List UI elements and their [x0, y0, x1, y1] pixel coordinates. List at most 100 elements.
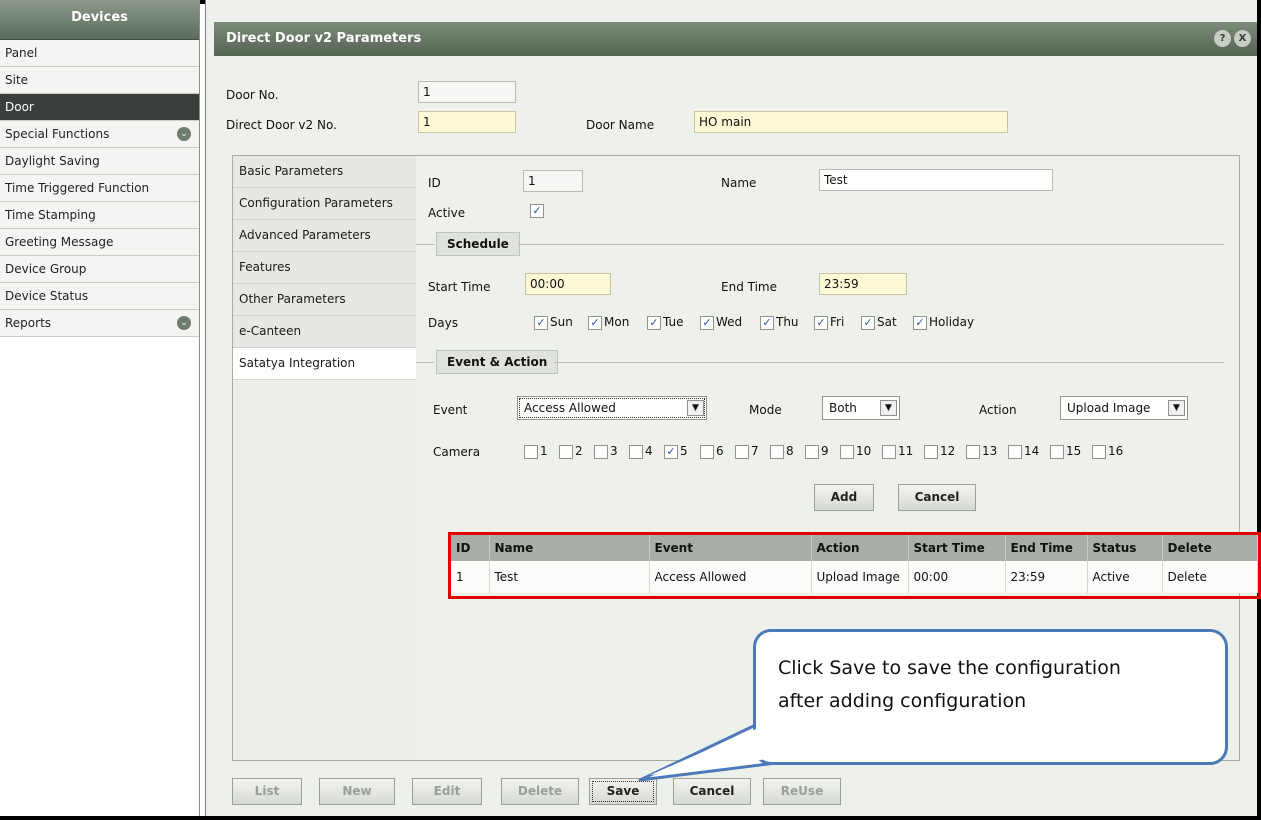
day-checkbox[interactable]: ✓ — [700, 315, 714, 330]
tab-features[interactable]: Features — [233, 252, 416, 284]
day-thu[interactable]: ✓ Thu — [760, 315, 799, 330]
camera-checkbox[interactable] — [629, 444, 643, 459]
day-sun[interactable]: ✓ Sun — [534, 315, 573, 330]
end-time-field[interactable]: 23:59 — [819, 273, 907, 295]
sidebar-item-greeting-message[interactable]: Greeting Message — [0, 229, 199, 256]
tab-e-canteen[interactable]: e-Canteen — [233, 316, 416, 348]
camera-3[interactable]: 3 — [594, 444, 618, 459]
form-cancel-button[interactable]: Cancel — [898, 484, 976, 511]
day-tue[interactable]: ✓ Tue — [647, 315, 684, 330]
tab-configuration-parameters[interactable]: Configuration Parameters — [233, 188, 416, 220]
camera-checkbox[interactable] — [524, 444, 538, 459]
save-button[interactable]: Save — [589, 778, 657, 805]
direct-door-no-field[interactable]: 1 — [418, 111, 516, 133]
camera-5[interactable]: ✓ 5 — [664, 444, 688, 459]
add-button[interactable]: Add — [814, 484, 874, 511]
camera-7[interactable]: 7 — [735, 444, 759, 459]
door-name-field[interactable]: HO main — [694, 111, 1008, 133]
close-icon[interactable]: X — [1234, 30, 1251, 47]
day-checkbox[interactable]: ✓ — [814, 315, 828, 330]
camera-8[interactable]: 8 — [770, 444, 794, 459]
list-button[interactable]: List — [232, 778, 302, 805]
event-select[interactable]: Access Allowed ▼ — [517, 396, 707, 420]
sidebar-item-time-stamping[interactable]: Time Stamping — [0, 202, 199, 229]
sidebar-item-special-functions[interactable]: Special Functions ⌄ — [0, 121, 199, 148]
camera-checkbox[interactable] — [1008, 444, 1022, 459]
chevron-down-icon[interactable]: ⌄ — [177, 127, 191, 141]
camera-checkbox[interactable]: ✓ — [664, 444, 678, 459]
tab-advanced-parameters[interactable]: Advanced Parameters — [233, 220, 416, 252]
camera-12[interactable]: 12 — [924, 444, 955, 459]
table-row[interactable]: 1 Test Access Allowed Upload Image 00:00… — [451, 561, 1258, 593]
day-checkbox[interactable]: ✓ — [588, 315, 602, 330]
camera-15[interactable]: 15 — [1050, 444, 1081, 459]
column-header-action[interactable]: Action — [811, 535, 909, 561]
name-input[interactable]: Test — [819, 169, 1053, 191]
sidebar-item-device-status[interactable]: Device Status — [0, 283, 199, 310]
camera-checkbox[interactable] — [1092, 444, 1106, 459]
camera-10[interactable]: 10 — [840, 444, 871, 459]
sidebar-item-site[interactable]: Site — [0, 67, 199, 94]
tab-basic-parameters[interactable]: Basic Parameters — [233, 156, 416, 188]
day-checkbox[interactable]: ✓ — [760, 315, 774, 330]
dropdown-arrow-icon[interactable]: ▼ — [1168, 400, 1185, 416]
sidebar-item-daylight-saving[interactable]: Daylight Saving — [0, 148, 199, 175]
camera-checkbox[interactable] — [594, 444, 608, 459]
camera-checkbox[interactable] — [882, 444, 896, 459]
camera-16[interactable]: 16 — [1092, 444, 1123, 459]
column-header-name[interactable]: Name — [489, 535, 650, 561]
column-header-start-time[interactable]: Start Time — [908, 535, 1006, 561]
dropdown-arrow-icon[interactable]: ▼ — [687, 400, 704, 416]
camera-4[interactable]: 4 — [629, 444, 653, 459]
day-wed[interactable]: ✓ Wed — [700, 315, 742, 330]
camera-1[interactable]: 1 — [524, 444, 548, 459]
day-holiday[interactable]: ✓ Holiday — [913, 315, 974, 330]
day-mon[interactable]: ✓ Mon — [588, 315, 629, 330]
camera-11[interactable]: 11 — [882, 444, 913, 459]
reuse-button[interactable]: ReUse — [763, 778, 841, 805]
help-icon[interactable]: ? — [1214, 30, 1231, 47]
tab-other-parameters[interactable]: Other Parameters — [233, 284, 416, 316]
day-checkbox[interactable]: ✓ — [913, 315, 927, 330]
sidebar-item-door[interactable]: Door — [0, 94, 199, 121]
edit-button[interactable]: Edit — [412, 778, 482, 805]
column-header-id[interactable]: ID — [451, 535, 490, 561]
column-header-status[interactable]: Status — [1087, 535, 1163, 561]
action-select[interactable]: Upload Image ▼ — [1060, 396, 1188, 420]
day-fri[interactable]: ✓ Fri — [814, 315, 844, 330]
camera-14[interactable]: 14 — [1008, 444, 1039, 459]
mode-select[interactable]: Both ▼ — [822, 396, 900, 420]
tab-satatya-integration[interactable]: Satatya Integration — [233, 348, 416, 380]
day-checkbox[interactable]: ✓ — [647, 315, 661, 330]
day-checkbox[interactable]: ✓ — [861, 315, 875, 330]
camera-checkbox[interactable] — [924, 444, 938, 459]
camera-checkbox[interactable] — [966, 444, 980, 459]
day-checkbox[interactable]: ✓ — [534, 315, 548, 330]
cancel-button[interactable]: Cancel — [673, 778, 751, 805]
camera-checkbox[interactable] — [840, 444, 854, 459]
camera-13[interactable]: 13 — [966, 444, 997, 459]
column-header-event[interactable]: Event — [649, 535, 812, 561]
dropdown-arrow-icon[interactable]: ▼ — [880, 400, 897, 416]
new-button[interactable]: New — [319, 778, 395, 805]
delete-link[interactable]: Delete — [1162, 561, 1258, 593]
camera-checkbox[interactable] — [559, 444, 573, 459]
delete-button[interactable]: Delete — [501, 778, 579, 805]
chevron-down-icon[interactable]: ⌄ — [177, 316, 191, 330]
camera-6[interactable]: 6 — [700, 444, 724, 459]
column-header-delete[interactable]: Delete — [1162, 535, 1258, 561]
camera-checkbox[interactable] — [770, 444, 784, 459]
active-checkbox[interactable]: ✓ — [530, 204, 544, 218]
start-time-field[interactable]: 00:00 — [525, 273, 611, 295]
camera-2[interactable]: 2 — [559, 444, 583, 459]
sidebar-item-panel[interactable]: Panel — [0, 40, 199, 67]
sidebar-item-reports[interactable]: Reports ⌄ — [0, 310, 199, 337]
camera-checkbox[interactable] — [700, 444, 714, 459]
sidebar-item-device-group[interactable]: Device Group — [0, 256, 199, 283]
sidebar-item-time-triggered-function[interactable]: Time Triggered Function — [0, 175, 199, 202]
camera-checkbox[interactable] — [805, 444, 819, 459]
camera-checkbox[interactable] — [735, 444, 749, 459]
camera-9[interactable]: 9 — [805, 444, 829, 459]
day-sat[interactable]: ✓ Sat — [861, 315, 897, 330]
column-header-end-time[interactable]: End Time — [1005, 535, 1088, 561]
